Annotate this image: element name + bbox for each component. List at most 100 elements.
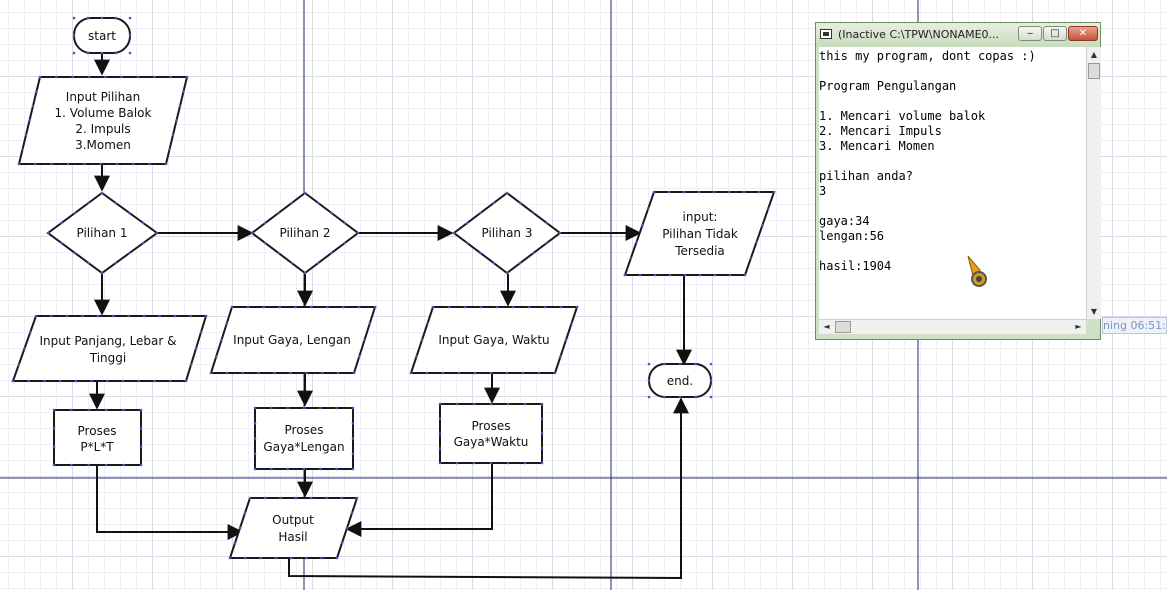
selection-handle <box>303 191 307 195</box>
selection-handle <box>426 322 429 325</box>
selection-handle <box>709 362 713 366</box>
selection-handle <box>194 347 198 350</box>
vertical-scrollbar[interactable]: ▲ ▼ <box>1086 47 1101 319</box>
selection-handle <box>294 496 298 500</box>
scroll-up-arrow-icon[interactable]: ▲ <box>1087 47 1101 62</box>
selection-handle <box>320 371 324 375</box>
selection-handle <box>709 395 713 399</box>
selection-handle <box>137 379 141 383</box>
selection-handle <box>641 223 644 227</box>
selection-handle <box>559 305 563 309</box>
input-dimensions-parallelogram[interactable]: Input Panjang, Lebar & Tinggi <box>11 315 208 382</box>
selection-handle <box>87 75 91 79</box>
process-volume-box[interactable]: Proses P*L*T <box>53 409 142 466</box>
selection-handle <box>559 355 562 358</box>
output-parallelogram[interactable]: Output Hasil <box>228 497 359 559</box>
selection-handle <box>540 446 544 450</box>
selection-handle <box>204 314 208 318</box>
console-window[interactable]: (Inactive C:\TPW\NONAME0... ‒ □ ✕ this m… <box>815 22 1101 340</box>
minimize-button[interactable]: ‒ <box>1018 26 1042 41</box>
selection-handle <box>153 75 156 79</box>
selection-handle <box>749 257 753 260</box>
selection-handle <box>623 273 627 277</box>
connector[interactable] <box>345 464 493 537</box>
selection-handle <box>11 379 15 383</box>
selection-handle <box>409 371 413 375</box>
input-gaya-waktu-parallelogram[interactable]: Input Gaya, Waktu <box>409 306 579 374</box>
horizontal-scroll-thumb[interactable] <box>835 321 851 333</box>
selection-handle <box>489 461 493 465</box>
selection-handle <box>629 257 633 260</box>
selection-handle <box>294 305 297 309</box>
selection-handle <box>263 221 267 225</box>
selection-handle <box>540 432 544 435</box>
decision-pilihan-3[interactable]: Pilihan 3 <box>452 191 562 275</box>
end-terminator[interactable]: end. <box>648 363 712 398</box>
selection-handle <box>505 371 509 375</box>
selection-handle <box>132 162 135 166</box>
decision-pilihan-2[interactable]: Pilihan 2 <box>250 191 360 275</box>
selection-handle <box>316 201 320 205</box>
console-titlebar[interactable]: (Inactive C:\TPW\NONAME0... ‒ □ ✕ <box>816 23 1100 47</box>
selection-handle <box>441 371 445 375</box>
input-invalid-parallelogram[interactable]: input: Pilihan Tidak Tersedia <box>623 191 776 276</box>
selection-handle <box>127 314 131 318</box>
input-gaya-lengan-parallelogram[interactable]: Input Gaya, Lengan <box>209 306 377 374</box>
selection-handle <box>527 305 531 309</box>
process-line: Proses <box>78 424 117 438</box>
selection-handle <box>250 231 254 235</box>
selection-handle <box>340 496 344 500</box>
scroll-left-arrow-icon[interactable]: ◄ <box>819 320 834 334</box>
maximize-button[interactable]: □ <box>1043 26 1067 41</box>
process-line: Gaya*Lengan <box>263 440 344 454</box>
selection-handle <box>545 221 549 225</box>
branch-input-line: Input Gaya, Waktu <box>438 333 549 347</box>
selection-handle <box>139 427 143 430</box>
selection-handle <box>128 16 132 20</box>
selection-handle <box>302 406 306 410</box>
selection-handle <box>139 408 143 412</box>
selection-handle <box>90 379 93 383</box>
selection-handle <box>697 190 701 194</box>
selection-handle <box>142 314 146 318</box>
selection-handle <box>277 251 280 255</box>
selection-handle <box>243 556 247 560</box>
input-menu-parallelogram[interactable]: Input Pilihan 1. Volume Balok 2. Impuls … <box>17 76 189 165</box>
selection-handle <box>351 406 355 410</box>
selection-handle <box>270 406 273 410</box>
selection-handle <box>263 241 267 245</box>
selection-handle <box>335 406 338 410</box>
decision-pilihan-1[interactable]: Pilihan 1 <box>46 191 159 275</box>
selection-handle <box>540 402 544 406</box>
close-button[interactable]: ✕ <box>1068 26 1098 41</box>
selection-handle <box>72 16 76 20</box>
console-output-area[interactable]: this my program, dont copas :) Program P… <box>819 47 1086 319</box>
process-impuls-box[interactable]: Proses Gaya*Waktu <box>439 403 543 464</box>
connector[interactable] <box>96 466 244 540</box>
selection-handle <box>100 16 104 20</box>
selection-handle <box>305 371 308 375</box>
selection-handle <box>27 379 31 383</box>
selection-handle <box>518 201 522 205</box>
selection-handle <box>309 496 313 500</box>
horizontal-scrollbar[interactable]: ◄ ► <box>819 319 1086 334</box>
selection-handle <box>363 338 366 342</box>
scroll-down-arrow-icon[interactable]: ▼ <box>1087 304 1101 319</box>
selection-handle <box>96 314 100 318</box>
process-momen-box[interactable]: Proses Gaya*Lengan <box>254 407 354 470</box>
selection-handle <box>319 406 322 410</box>
selection-handle <box>553 371 557 375</box>
scroll-right-arrow-icon[interactable]: ► <box>1071 320 1086 334</box>
selection-handle <box>43 379 46 383</box>
selection-handle <box>350 511 354 515</box>
selection-handle <box>178 104 182 108</box>
selection-handle <box>55 75 58 79</box>
start-terminator[interactable]: start <box>73 17 131 54</box>
selection-handle <box>214 355 218 358</box>
selection-handle <box>357 355 361 358</box>
selection-handle <box>678 362 682 366</box>
vertical-scroll-thumb[interactable] <box>1088 63 1100 79</box>
console-system-icon[interactable] <box>820 29 832 39</box>
decision-label: Pilihan 2 <box>280 226 331 240</box>
branch-input-line: Input Panjang, Lebar & <box>39 334 176 348</box>
